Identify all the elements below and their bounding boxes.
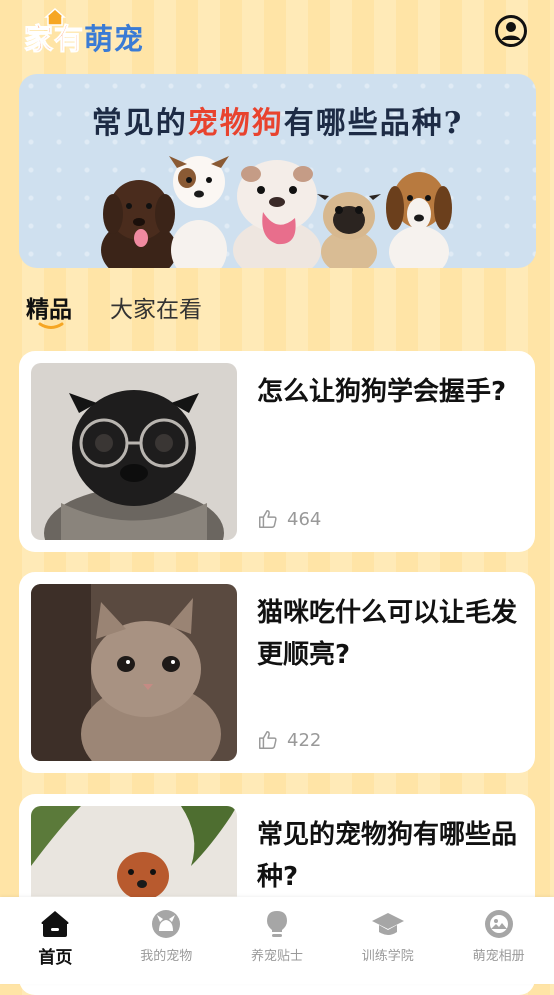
- tab-trending[interactable]: 大家在看: [110, 290, 202, 324]
- album-icon: [484, 910, 513, 938]
- article-card[interactable]: 猫咪吃什么可以让毛发更顺亮? 422: [19, 572, 535, 773]
- thumbs-up-icon: [259, 510, 277, 528]
- article-card[interactable]: 怎么让狗狗学会握手? 464: [19, 351, 535, 552]
- pet-icon: [152, 910, 181, 938]
- banner-title: 常见的宠物狗有哪些品种?: [19, 98, 536, 142]
- logo-text-part1: 家有: [23, 22, 85, 57]
- profile-button[interactable]: [494, 14, 528, 48]
- home-icon: [41, 911, 69, 937]
- banner-title-post: 有哪些品种?: [283, 106, 464, 141]
- likes[interactable]: 422: [257, 729, 321, 751]
- user-icon: [495, 15, 527, 47]
- banner-title-pre: 常见的: [91, 106, 188, 141]
- tab-home[interactable]: 首页: [0, 897, 111, 984]
- likes-count: 464: [287, 508, 322, 530]
- article-title: 常见的宠物狗有哪些品种?: [257, 820, 518, 892]
- banner-title-highlight: 宠物狗: [187, 106, 284, 141]
- header: 家有萌宠: [0, 0, 554, 70]
- tab-my-pets[interactable]: 我的宠物: [111, 897, 222, 984]
- tab-my-pets-label: 我的宠物: [140, 949, 193, 964]
- tab-active-indicator: [38, 322, 64, 329]
- app-logo: 家有萌宠: [23, 8, 145, 58]
- graduation-cap-icon: [371, 913, 404, 935]
- tab-featured[interactable]: 精品: [26, 290, 72, 329]
- category-tabs: 精品 大家在看: [26, 290, 202, 329]
- dogs-illustration: [101, 156, 452, 268]
- tab-training-label: 训练学院: [361, 949, 414, 964]
- article-title: 怎么让狗狗学会握手?: [257, 377, 507, 407]
- thumbs-up-icon: [259, 731, 277, 749]
- tab-album[interactable]: 萌宠相册: [443, 897, 554, 984]
- tab-trending-label: 大家在看: [110, 297, 202, 323]
- tab-pet-tips[interactable]: 养宠贴士: [222, 897, 333, 984]
- logo-text-part2: 萌宠: [84, 22, 145, 56]
- likes-count: 422: [287, 729, 322, 751]
- tab-album-label: 萌宠相册: [472, 949, 525, 964]
- article-title: 猫咪吃什么可以让毛发更顺亮?: [257, 598, 518, 670]
- tab-home-label: 首页: [38, 948, 73, 968]
- article-thumbnail: [31, 363, 237, 540]
- bulb-icon: [266, 911, 287, 937]
- article-thumbnail: [31, 584, 237, 761]
- tab-training[interactable]: 训练学院: [332, 897, 443, 984]
- tab-pet-tips-label: 养宠贴士: [250, 949, 303, 964]
- bottom-tab-bar: 首页 我的宠物 养宠贴士 训练学院 萌宠相册: [0, 897, 554, 984]
- tab-featured-label: 精品: [26, 297, 72, 323]
- likes[interactable]: 464: [257, 508, 321, 530]
- banner[interactable]: 常见的宠物狗有哪些品种?: [19, 74, 536, 268]
